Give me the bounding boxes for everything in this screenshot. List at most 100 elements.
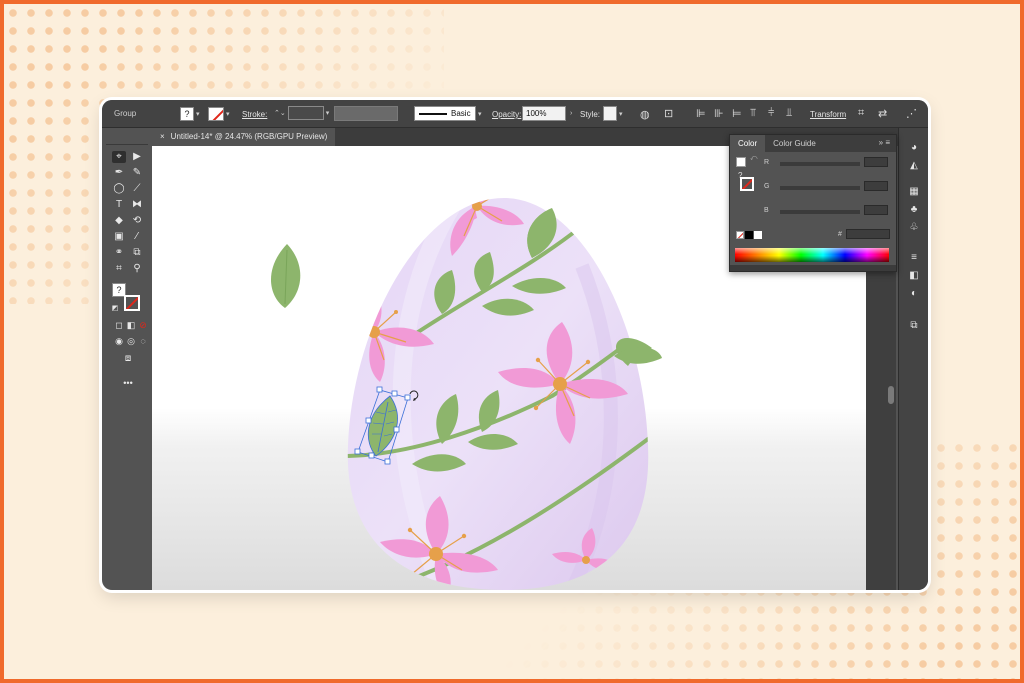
fill-dropdown-icon[interactable]: ▾ xyxy=(196,110,200,118)
selection-tool-icon[interactable]: ⌖ xyxy=(112,151,126,163)
white-color-chip[interactable] xyxy=(754,231,762,239)
align-bottom-icon[interactable]: ⫫ xyxy=(786,107,792,120)
illustrator-window: Group ? ▾ ▾ Stroke: ⌃⌄ ▾ Basic ▾ Opacity… xyxy=(102,100,928,590)
style-label: Style: xyxy=(580,110,601,119)
mini-fill-swatch[interactable] xyxy=(736,157,746,167)
brushes-icon[interactable]: ♣ xyxy=(907,204,921,216)
tab-color-guide[interactable]: Color Guide xyxy=(765,139,824,148)
brush-selector[interactable]: Basic xyxy=(414,106,476,121)
ellipse-tool-icon[interactable]: ◯ xyxy=(112,183,126,195)
stepper-icon[interactable]: ⌃⌄ xyxy=(274,109,286,117)
channel-g-input[interactable] xyxy=(864,181,888,191)
stroke-weight-dropdown-icon[interactable]: ▾ xyxy=(326,109,330,117)
transform-options-icon[interactable]: ⌗ xyxy=(858,107,864,120)
align-middle-icon[interactable]: ⫩ xyxy=(768,107,774,120)
fill-swatch-control[interactable]: ? ▾ xyxy=(180,107,200,121)
opacity-field[interactable]: 100% › xyxy=(522,106,572,121)
draw-inside-icon[interactable]: ◌ xyxy=(136,335,150,347)
color-guide-icon[interactable]: ◭ xyxy=(907,160,921,172)
channel-b-slider[interactable] xyxy=(780,210,860,214)
swatches-icon[interactable]: ▦ xyxy=(907,186,921,198)
transform-button[interactable]: Transform xyxy=(810,110,846,119)
channel-g-slider[interactable] xyxy=(780,186,860,190)
scrollbar-thumb[interactable] xyxy=(888,386,894,404)
variable-width-profile[interactable] xyxy=(334,106,398,121)
reflect-tool-icon[interactable]: ⧓ xyxy=(130,199,144,211)
swap-colors-icon[interactable]: ⤺ xyxy=(750,155,757,163)
stroke-indicator[interactable] xyxy=(124,295,140,311)
channel-b-input[interactable] xyxy=(864,205,888,215)
panel-menu-icon[interactable]: ⋰ xyxy=(906,107,917,120)
align-left-icon[interactable]: ⊫ xyxy=(696,107,706,120)
screen-mode-icon[interactable]: ⧈ xyxy=(121,353,135,365)
brush-label: Basic xyxy=(451,109,471,118)
stroke-panel-icon[interactable]: ≡ xyxy=(907,252,921,264)
curvature-tool-icon[interactable]: ✎ xyxy=(130,167,144,179)
fill-swatch[interactable]: ? xyxy=(180,107,194,121)
align-to-icon[interactable]: ⊡ xyxy=(664,107,673,120)
none-mode-icon[interactable]: ⊘ xyxy=(136,319,150,331)
brush-stroke-preview xyxy=(419,112,447,115)
none-slash xyxy=(737,232,743,238)
color-spectrum[interactable] xyxy=(735,248,889,262)
document-tab[interactable]: × Untitled-14* @ 24.47% (RGB/GPU Preview… xyxy=(152,128,336,146)
stroke-label[interactable]: Stroke: xyxy=(242,110,267,119)
control-bar: Group ? ▾ ▾ Stroke: ⌃⌄ ▾ Basic ▾ Opacity… xyxy=(102,100,928,128)
opacity-input[interactable]: 100% xyxy=(522,106,566,121)
color-panel-icon[interactable]: ◕ xyxy=(907,142,921,154)
opacity-label[interactable]: Opacity: xyxy=(492,110,521,119)
easter-egg[interactable] xyxy=(332,178,652,590)
channel-r-slider[interactable] xyxy=(780,162,860,166)
stroke-dropdown-icon[interactable]: ▾ xyxy=(226,110,230,118)
default-colors-icon[interactable]: ◩ xyxy=(108,303,122,315)
zoom-tool-icon[interactable]: ⚲ xyxy=(130,263,144,275)
floating-leaf[interactable] xyxy=(270,244,301,308)
recolor-artwork-icon[interactable]: ◍ xyxy=(640,108,650,121)
close-tab-icon[interactable]: × xyxy=(160,132,165,146)
eraser-tool-icon[interactable]: ◆ xyxy=(112,215,126,227)
brush-dropdown-icon[interactable]: ▾ xyxy=(478,110,482,118)
graphic-style-control[interactable]: ▾ xyxy=(603,106,623,121)
stroke-swatch[interactable] xyxy=(208,107,224,121)
transparency-icon[interactable]: ◐ xyxy=(907,288,921,300)
type-tool-icon[interactable]: T xyxy=(112,199,126,211)
gradient-panel-icon[interactable]: ◧ xyxy=(907,270,921,282)
gradient-tool-icon[interactable]: ▣ xyxy=(112,231,126,243)
symbols-icon[interactable]: ♧ xyxy=(907,222,921,234)
profile-preview[interactable] xyxy=(334,106,398,121)
layers-icon[interactable]: ⧉ xyxy=(907,320,921,332)
graphic-style-dropdown-icon[interactable]: ▾ xyxy=(619,110,623,118)
edit-toolbar-icon[interactable]: ••• xyxy=(121,377,135,389)
stroke-weight-field[interactable]: ⌃⌄ ▾ xyxy=(274,106,329,120)
stroke-swatch-control[interactable]: ▾ xyxy=(208,107,230,121)
arrange-icon[interactable]: ⇄ xyxy=(878,107,887,120)
align-center-icon[interactable]: ⊪ xyxy=(714,107,724,120)
none-slash xyxy=(126,297,138,309)
shape-builder-tool-icon[interactable]: ⧉ xyxy=(130,247,144,259)
tab-color[interactable]: Color xyxy=(730,135,766,152)
channel-r-label: R xyxy=(764,159,770,166)
pen-tool-icon[interactable]: ✒ xyxy=(112,167,126,179)
stroke-none-swatch[interactable] xyxy=(740,177,754,191)
rotate-tool-icon[interactable]: ⟲ xyxy=(130,215,144,227)
panel-menu-icon[interactable]: » ≡ xyxy=(879,138,890,147)
brush-definition[interactable]: Basic ▾ xyxy=(414,106,482,121)
eyedropper-tool-icon[interactable]: ⁄ xyxy=(130,231,144,243)
paintbrush-tool-icon[interactable]: ⟋ xyxy=(130,183,144,195)
none-color-chip[interactable] xyxy=(736,231,744,239)
align-right-icon[interactable]: ⊨ xyxy=(732,107,742,120)
hex-input[interactable] xyxy=(846,229,890,239)
direct-selection-tool-icon[interactable]: ▶ xyxy=(130,151,144,163)
align-top-icon[interactable]: ⫪ xyxy=(750,107,756,120)
panel-dock: ◕ ◭ ▦ ♣ ♧ ≡ ◧ ◐ ⧉ xyxy=(898,128,928,590)
channel-g-label: G xyxy=(764,183,770,190)
selection-type-label: Group xyxy=(114,109,137,118)
graphic-style-swatch[interactable] xyxy=(603,106,617,121)
stroke-weight-input[interactable] xyxy=(287,106,324,120)
artboard-tool-icon[interactable]: ⌗ xyxy=(112,263,126,275)
opacity-expand-icon[interactable]: › xyxy=(570,110,572,117)
channel-r-input[interactable] xyxy=(864,157,888,167)
hex-label: # xyxy=(838,231,842,238)
black-color-chip[interactable] xyxy=(745,231,753,239)
blend-tool-icon[interactable]: ⚭ xyxy=(112,247,126,259)
